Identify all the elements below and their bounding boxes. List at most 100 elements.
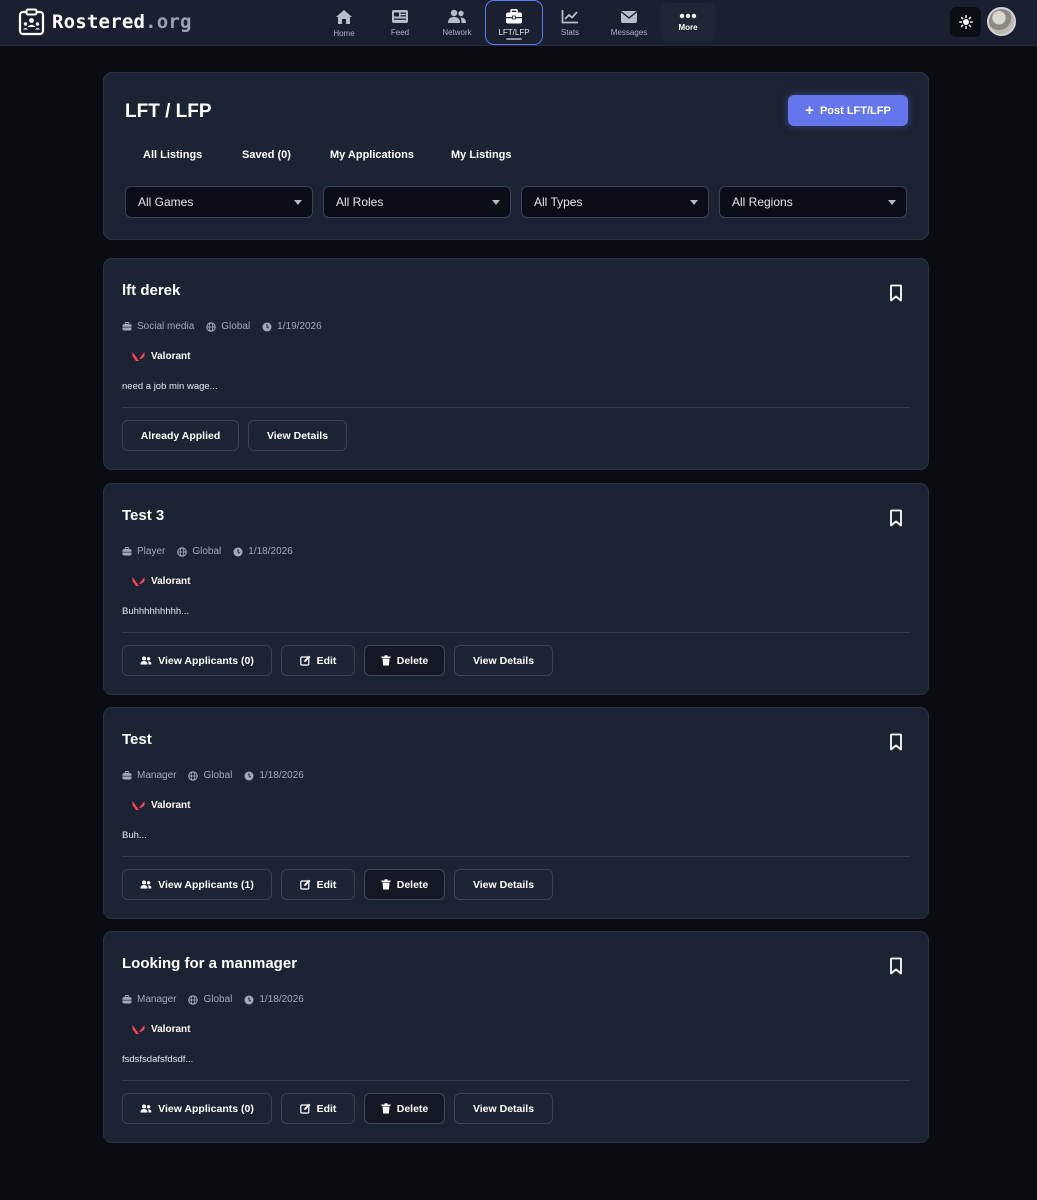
- filter-value: All Roles: [336, 195, 384, 209]
- view-details-button[interactable]: View Details: [454, 645, 553, 676]
- listing-title: Test 3: [122, 507, 165, 524]
- trash-icon: [381, 1103, 391, 1114]
- view-details-button[interactable]: View Details: [248, 420, 347, 451]
- nav-messages[interactable]: Messages: [604, 0, 654, 46]
- delete-label: Delete: [396, 654, 429, 667]
- listing-card: Looking for a manmager Manager Global 1/…: [103, 931, 929, 1143]
- nav-home[interactable]: Home: [324, 0, 364, 46]
- view-details-button[interactable]: View Details: [454, 1093, 553, 1124]
- globe-icon: [188, 994, 199, 1005]
- trash-icon: [381, 879, 391, 890]
- nav-label: Feed: [390, 28, 410, 37]
- chart-line-icon: [561, 10, 578, 24]
- listing-meta: Player Global 1/18/2026: [122, 546, 305, 557]
- listing-card: lft derek Social media Global 1/19/2026 …: [103, 258, 929, 470]
- edit-button[interactable]: Edit: [281, 1093, 355, 1124]
- delete-button[interactable]: Delete: [364, 869, 445, 900]
- region-text: Global: [203, 994, 233, 1005]
- listing-meta: Manager Global 1/18/2026: [122, 994, 316, 1005]
- delete-label: Delete: [396, 878, 429, 891]
- filter-value: All Games: [138, 195, 194, 209]
- sun-icon: [958, 15, 973, 29]
- filter-regions-select[interactable]: All Regions: [719, 186, 907, 218]
- clock-icon: [244, 771, 254, 780]
- meta-date: 1/19/2026: [262, 321, 322, 332]
- caret-down-icon: [888, 200, 896, 205]
- listing-description: need a job min wage...: [122, 381, 218, 392]
- view-applicants-button[interactable]: View Applicants (0): [122, 1093, 272, 1124]
- valorant-logo-icon: [132, 801, 145, 810]
- active-indicator: [506, 38, 522, 40]
- game-name: Valorant: [151, 351, 191, 362]
- meta-role: Social media: [122, 321, 194, 332]
- filter-games-select[interactable]: All Games: [125, 186, 313, 218]
- edit-icon: [299, 879, 310, 890]
- globe-icon: [188, 770, 199, 781]
- divider: [122, 632, 910, 633]
- globe-icon: [177, 546, 188, 557]
- briefcase-icon: [506, 8, 522, 23]
- valorant-logo-icon: [132, 1025, 145, 1034]
- post-lft-button[interactable]: + Post LFT/LFP: [788, 95, 908, 126]
- view-details-button[interactable]: View Details: [454, 869, 553, 900]
- listing-title: lft derek: [122, 282, 181, 299]
- post-lft-label: Post LFT/LFP: [819, 104, 891, 117]
- filter-types-select[interactable]: All Types: [521, 186, 709, 218]
- view-applicants-label: View Applicants (0): [158, 654, 254, 667]
- filter-value: All Types: [534, 195, 583, 209]
- delete-button[interactable]: Delete: [364, 645, 445, 676]
- brand-main: Rostered: [52, 11, 146, 33]
- listing-meta: Social media Global 1/19/2026: [122, 321, 334, 332]
- role-text: Social media: [137, 321, 195, 332]
- date-text: 1/18/2026: [259, 770, 304, 781]
- top-navbar: Rostered.org Home Feed Network LFT/LFP S…: [0, 0, 1037, 46]
- plus-icon: +: [805, 102, 814, 119]
- listing-actions: View Applicants (0) Edit Delete View Det…: [122, 1093, 562, 1124]
- nav-lft-lfp[interactable]: LFT/LFP: [485, 0, 543, 45]
- brand-link[interactable]: Rostered.org: [18, 8, 192, 36]
- ellipsis-icon: [679, 13, 697, 18]
- tab-all-listings[interactable]: All Listings: [143, 149, 202, 161]
- briefcase-icon: [122, 547, 132, 556]
- edit-button[interactable]: Edit: [281, 869, 355, 900]
- filter-roles-select[interactable]: All Roles: [323, 186, 511, 218]
- listing-game: Valorant: [132, 1024, 190, 1035]
- bookmark-icon[interactable]: [888, 284, 904, 302]
- nav-feed[interactable]: Feed: [380, 0, 420, 46]
- tab-saved[interactable]: Saved (0): [242, 149, 291, 161]
- view-applicants-button[interactable]: View Applicants (0): [122, 645, 272, 676]
- meta-date: 1/18/2026: [244, 770, 304, 781]
- meta-region: Global: [188, 770, 232, 781]
- user-avatar[interactable]: [987, 7, 1016, 36]
- game-name: Valorant: [151, 576, 191, 587]
- briefcase-icon: [122, 995, 132, 1004]
- clock-icon: [244, 995, 254, 1004]
- region-text: Global: [203, 770, 233, 781]
- bookmark-icon[interactable]: [888, 957, 904, 975]
- already-applied-button[interactable]: Already Applied: [122, 420, 239, 451]
- role-text: Manager: [137, 770, 177, 781]
- nav-network[interactable]: Network: [432, 0, 482, 46]
- divider: [122, 856, 910, 857]
- nav-stats[interactable]: Stats: [552, 0, 588, 46]
- nav-more[interactable]: More: [661, 3, 715, 41]
- nav-label: Home: [333, 28, 355, 38]
- view-applicants-button[interactable]: View Applicants (1): [122, 869, 272, 900]
- lft-header-card: LFT / LFP + Post LFT/LFP All Listings Sa…: [103, 72, 929, 240]
- theme-toggle-button[interactable]: [950, 7, 981, 37]
- filter-value: All Regions: [732, 195, 793, 209]
- region-text: Global: [221, 321, 251, 332]
- meta-date: 1/18/2026: [244, 994, 304, 1005]
- bookmark-icon[interactable]: [888, 733, 904, 751]
- tab-my-applications[interactable]: My Applications: [330, 149, 414, 161]
- users-icon: [140, 656, 152, 665]
- edit-button[interactable]: Edit: [281, 645, 355, 676]
- listing-description: Buh...: [122, 830, 147, 841]
- meta-role: Manager: [122, 770, 176, 781]
- tab-my-listings[interactable]: My Listings: [451, 149, 512, 161]
- delete-button[interactable]: Delete: [364, 1093, 445, 1124]
- view-applicants-label: View Applicants (1): [158, 878, 254, 891]
- bookmark-icon[interactable]: [888, 509, 904, 527]
- date-text: 1/18/2026: [248, 546, 293, 557]
- nav-label: LFT/LFP: [498, 27, 530, 37]
